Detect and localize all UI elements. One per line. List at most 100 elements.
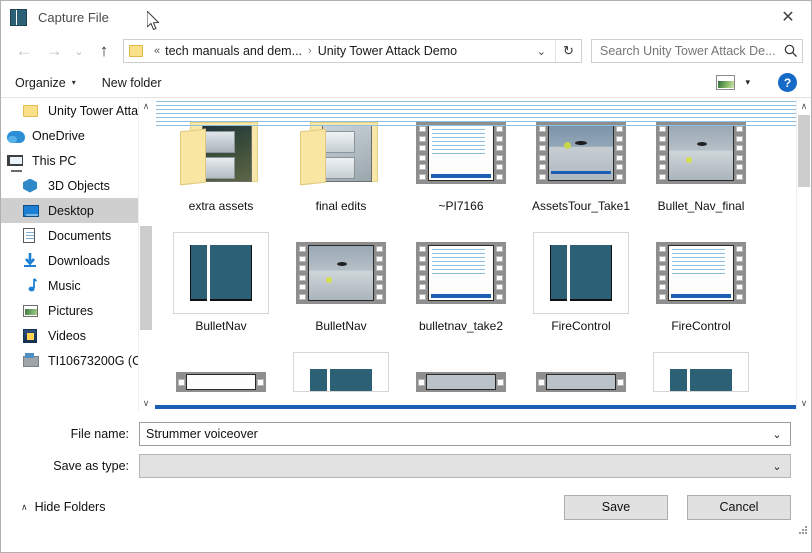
navigation-pane: Unity Tower Atta OneDrive This PC 3D Object… (1, 98, 153, 411)
video-file-thumbnail (416, 372, 506, 392)
breadcrumb-overflow-icon[interactable]: « (154, 45, 160, 57)
chevron-down-icon[interactable]: ⌄ (764, 428, 790, 441)
file-tile-partial[interactable] (521, 346, 641, 394)
sidebar-scrollbar[interactable]: ∧ ∨ (138, 98, 153, 411)
filename-input[interactable]: Strummer voiceover (140, 427, 764, 441)
chevron-down-icon[interactable]: ⌄ (764, 460, 790, 473)
music-icon (23, 277, 41, 294)
breadcrumb-segment-0[interactable]: tech manuals and dem... (165, 44, 302, 58)
command-toolbar: Organize ▾ New folder ▾ ? (1, 68, 811, 98)
sidebar-item-unity-tower-atta[interactable]: Unity Tower Atta (1, 98, 153, 123)
sidebar-item-pictures[interactable]: Pictures (1, 298, 153, 323)
thumbnail (653, 352, 749, 392)
sidebar-item-downloads[interactable]: Downloads (1, 248, 153, 273)
breadcrumb-segment-1[interactable]: Unity Tower Attack Demo (318, 44, 457, 58)
video-file-thumbnail (176, 372, 266, 392)
sidebar-item-documents[interactable]: Documents (1, 223, 153, 248)
refresh-icon[interactable]: ↻ (555, 40, 581, 62)
sidebar-item-label: Videos (48, 328, 86, 343)
this-pc-icon (7, 153, 25, 172)
file-tile-partial[interactable] (641, 346, 761, 394)
file-list-pane[interactable]: extra assets final edits ~PI7166 AssetsTour… (153, 98, 811, 411)
resize-grip-icon[interactable] (797, 524, 808, 535)
cancel-button[interactable]: Cancel (687, 494, 791, 520)
sidebar-item-3d-objects[interactable]: 3D Objects (1, 173, 153, 198)
sidebar-item-label: Pictures (48, 303, 94, 318)
close-icon[interactable]: ✕ (765, 1, 811, 32)
view-options-chevron-icon[interactable]: ▾ (739, 77, 760, 88)
file-tile[interactable]: BulletNav (161, 226, 281, 346)
sidebar-item-music[interactable]: Music (1, 273, 153, 298)
search-icon (784, 44, 798, 58)
up-icon[interactable]: ↑ (89, 38, 119, 64)
sidebar-item-label: Music (48, 278, 81, 293)
file-name-label: ~PI7166 (438, 199, 484, 213)
sidebar-item-label: TI10673200G (C:) (48, 353, 149, 368)
file-tile-partial[interactable] (401, 346, 521, 394)
scroll-up-icon[interactable]: ∧ (797, 98, 811, 114)
video-file-thumbnail (656, 122, 746, 184)
help-icon[interactable]: ? (778, 73, 797, 92)
save-file-dialog: Capture File ✕ ← → ⌄ ↑ « tech manuals an… (0, 0, 812, 553)
save-button[interactable]: Save (564, 494, 668, 520)
file-tile[interactable]: BulletNav (281, 226, 401, 346)
videos-icon (23, 328, 41, 344)
file-name-label: BulletNav (195, 319, 247, 333)
folder-thumbnail (300, 120, 382, 186)
scroll-down-icon[interactable]: ∨ (139, 395, 153, 411)
pictures-icon (23, 303, 41, 319)
dialog-body: Unity Tower Atta OneDrive This PC 3D Object… (1, 98, 811, 411)
navigation-bar: ← → ⌄ ↑ « tech manuals and dem... › Unit… (1, 34, 811, 68)
dialog-footer: ∧ Hide Folders Save Cancel (1, 477, 811, 537)
address-dropdown-icon[interactable]: ⌄ (528, 45, 555, 58)
sidebar-item-ti10673200g-c[interactable]: TI10673200G (C:) (1, 348, 153, 373)
folder-icon (129, 45, 143, 57)
sidebar-item-label: Documents (48, 228, 112, 243)
sidebar-item-videos[interactable]: Videos (1, 323, 153, 348)
hide-folders-button[interactable]: ∧ Hide Folders (21, 500, 105, 514)
thumbnail (533, 232, 629, 314)
file-tile[interactable]: FireControl (641, 226, 761, 346)
filename-row: File name: Strummer voiceover ⌄ (21, 421, 791, 447)
chevron-up-icon: ∧ (21, 501, 28, 512)
large-icons-view-icon[interactable] (716, 75, 736, 90)
video-file-thumbnail (656, 242, 746, 304)
search-box[interactable]: Search Unity Tower Attack De... (591, 39, 803, 63)
thumbnail (653, 232, 749, 314)
file-tile[interactable]: bulletnav_take2 (401, 226, 521, 346)
video-file-thumbnail (296, 242, 386, 304)
address-bar[interactable]: « tech manuals and dem... › Unity Tower … (123, 39, 582, 63)
sidebar-item-desktop[interactable]: Desktop (1, 198, 153, 223)
desktop-icon (23, 203, 41, 219)
search-input[interactable]: Search Unity Tower Attack De... (600, 44, 780, 58)
new-folder-button[interactable]: New folder (102, 76, 162, 90)
file-name-label: FireControl (671, 319, 731, 333)
sidebar-item-label: 3D Objects (48, 178, 110, 193)
file-tile[interactable]: FireControl (521, 226, 641, 346)
scrollbar-thumb[interactable] (798, 115, 810, 187)
recent-locations-icon[interactable]: ⌄ (69, 38, 89, 64)
thumbnail (533, 352, 629, 392)
file-tile-partial[interactable] (161, 346, 281, 394)
organize-button[interactable]: Organize ▾ (15, 76, 76, 90)
filelist-scrollbar[interactable]: ∧ ∨ (796, 98, 811, 411)
folder-thumbnail (180, 120, 262, 186)
file-name-label: bulletnav_take2 (418, 319, 504, 333)
back-icon[interactable]: ← (9, 38, 39, 64)
scroll-up-icon[interactable]: ∧ (139, 98, 153, 114)
filename-combobox[interactable]: Strummer voiceover ⌄ (139, 422, 791, 446)
downloads-icon (23, 252, 41, 269)
savetype-row: Save as type: ⌄ (21, 453, 791, 479)
action-buttons: Save Cancel (564, 494, 791, 520)
window-title: Capture File (38, 10, 109, 25)
scrollbar-thumb[interactable] (140, 226, 152, 330)
file-tile-partial[interactable] (281, 346, 401, 394)
sidebar-item-onedrive[interactable]: OneDrive (1, 123, 153, 148)
savetype-combobox[interactable]: ⌄ (139, 454, 791, 478)
sidebar-item-this-pc[interactable]: This PC (1, 148, 153, 173)
forward-icon[interactable]: → (39, 38, 69, 64)
folder-icon (23, 103, 41, 119)
thumbnail (173, 352, 269, 392)
chevron-down-icon: ▾ (71, 78, 76, 87)
scroll-down-icon[interactable]: ∨ (797, 395, 811, 411)
